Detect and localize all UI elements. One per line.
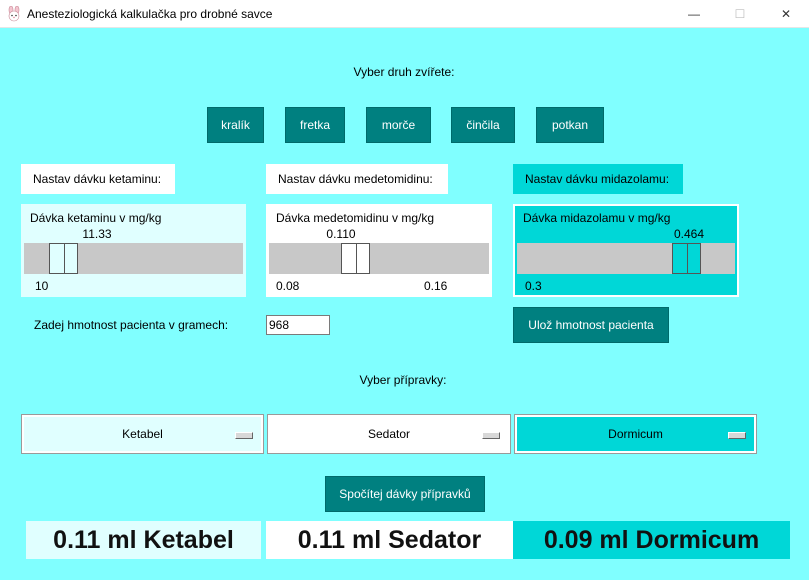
species-button-chinchilla[interactable]: činčila [451,107,515,143]
medetomidine-slider-min: 0.08 [276,279,300,293]
minimize-button[interactable]: — [671,0,717,28]
ketamine-slider-thumb[interactable] [49,243,78,274]
dropdown-indicator-icon [728,432,746,439]
species-button-ferret[interactable]: fretka [285,107,345,143]
dropdown-indicator-icon [482,432,500,439]
midazolam-slider-thumb[interactable] [672,243,701,274]
ketamine-slider-title: Dávka ketaminu v mg/kg [30,211,162,225]
medetomidine-slider-title: Dávka medetomidinu v mg/kg [276,211,435,225]
medetomidine-preparation-select[interactable]: Sedator [267,414,511,454]
species-prompt: Vyber druh zvířete: [353,65,455,79]
midazolam-slider-panel: Dávka midazolamu v mg/kg 0.464 0.3 [513,204,739,297]
species-button-rat[interactable]: potkan [536,107,604,143]
ketamine-result: 0.11 ml Ketabel [26,521,261,559]
midazolam-result: 0.09 ml Dormicum [513,521,790,559]
medetomidine-slider-thumb[interactable] [341,243,370,274]
species-button-guinea-pig[interactable]: morče [366,107,431,143]
medetomidine-slider-panel: Dávka medetomidinu v mg/kg 0.110 0.08 0.… [266,204,492,297]
medetomidine-set-label: Nastav dávku medetomidinu: [266,164,448,194]
midazolam-slider-title: Dávka midazolamu v mg/kg [523,211,671,225]
ketamine-preparation-value: Ketabel [122,427,163,441]
medetomidine-result: 0.11 ml Sedator [266,521,513,559]
ketamine-preparation-select[interactable]: Ketabel [21,414,264,454]
compute-doses-button[interactable]: Spočítej dávky přípravků [325,476,485,512]
midazolam-slider-trough[interactable] [517,243,735,274]
ketamine-set-label: Nastav dávku ketaminu: [21,164,175,194]
weight-label: Zadej hmotnost pacienta v gramech: [34,318,229,332]
rabbit-app-icon [8,6,20,22]
ketamine-slider-min: 10 [35,279,49,293]
midazolam-slider-value: 0.464 [673,227,705,241]
window-title: Anesteziologická kalkulačka pro drobné s… [27,7,273,21]
medetomidine-preparation-value: Sedator [367,427,411,441]
dropdown-indicator-icon [235,432,253,439]
preparations-prompt: Vyber přípravky: [359,373,447,387]
save-weight-button[interactable]: Ulož hmotnost pacienta [513,307,669,343]
medetomidine-slider-max: 0.16 [424,279,448,293]
ketamine-slider-panel: Dávka ketaminu v mg/kg 11.33 10 [21,204,246,297]
midazolam-preparation-select[interactable]: Dormicum [514,414,757,454]
close-button[interactable]: ✕ [763,0,809,28]
species-button-rabbit[interactable]: kralík [207,107,264,143]
medetomidine-slider-trough[interactable] [269,243,489,274]
medetomidine-slider-value: 0.110 [326,227,356,241]
weight-input[interactable] [266,315,330,335]
maximize-button[interactable]: ☐ [717,0,763,28]
midazolam-preparation-value: Dormicum [608,427,663,441]
midazolam-set-label: Nastav dávku midazolamu: [513,164,683,194]
midazolam-slider-min: 0.3 [525,279,542,293]
ketamine-slider-trough[interactable] [24,243,243,274]
ketamine-slider-value: 11.33 [82,227,112,241]
